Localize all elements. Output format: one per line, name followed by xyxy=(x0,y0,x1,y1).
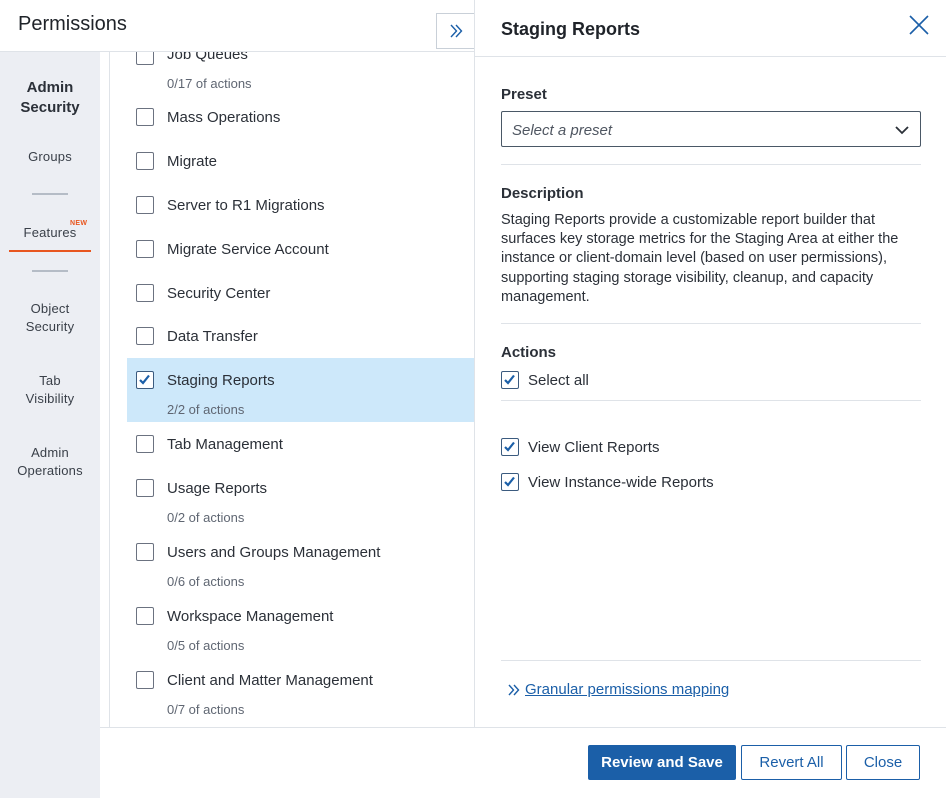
select-all-label[interactable]: Select all xyxy=(528,372,589,389)
checkbox[interactable] xyxy=(136,240,154,258)
collapse-panel-button[interactable] xyxy=(436,13,474,49)
chevron-down-icon xyxy=(895,126,909,135)
feature-row-job-queues[interactable]: Job Queues 0/17 of actions xyxy=(127,52,474,96)
feature-label: Workspace Management xyxy=(167,608,334,625)
nav-admin-security[interactable]: Admin Security xyxy=(0,78,100,118)
feature-row-staging-reports[interactable]: Staging Reports 2/2 of actions xyxy=(127,358,474,422)
divider xyxy=(501,400,921,401)
feature-action-count: 0/6 of actions xyxy=(167,574,245,589)
feature-row-users-and-groups-management[interactable]: Users and Groups Management 0/6 of actio… xyxy=(127,539,474,595)
feature-action-count: 2/2 of actions xyxy=(167,402,245,417)
description-label: Description xyxy=(501,185,584,202)
feature-action-count: 0/2 of actions xyxy=(167,510,245,525)
feature-label: Job Queues xyxy=(167,52,248,63)
close-icon xyxy=(909,15,929,35)
feature-list: Job Queues 0/17 of actions Mass Operatio… xyxy=(100,52,474,728)
close-button[interactable]: Close xyxy=(846,745,920,780)
feature-label: Migrate Service Account xyxy=(167,241,329,258)
feature-action-count: 0/17 of actions xyxy=(167,76,252,91)
feature-label: Migrate xyxy=(167,153,218,170)
list-divider xyxy=(109,52,110,728)
feature-label: Server to R1 Migrations xyxy=(167,197,325,214)
permissions-header: Permissions xyxy=(0,0,474,52)
revert-all-button[interactable]: Revert All xyxy=(741,745,842,780)
feature-label: Users and Groups Management xyxy=(167,544,381,561)
footer-divider xyxy=(100,727,946,728)
nav-separator xyxy=(32,270,68,272)
select-all-checkbox[interactable] xyxy=(501,371,519,389)
checkbox[interactable] xyxy=(136,196,154,214)
nav-item-tab-visibility[interactable]: Tab Visibility xyxy=(0,372,100,408)
new-badge: NEW xyxy=(70,220,88,227)
preset-label: Preset xyxy=(501,86,547,103)
double-chevron-right-icon xyxy=(508,684,520,695)
feature-action-count: 0/7 of actions xyxy=(167,702,245,717)
feature-row-data-transfer[interactable]: Data Transfer xyxy=(127,323,474,353)
feature-label: Mass Operations xyxy=(167,109,281,126)
checkbox[interactable] xyxy=(136,52,154,65)
action-checkbox-view-client-reports[interactable] xyxy=(501,438,519,456)
feature-label: Tab Management xyxy=(167,436,283,453)
feature-row-usage-reports[interactable]: Usage Reports 0/2 of actions xyxy=(127,475,474,531)
preset-select[interactable]: Select a preset xyxy=(501,111,921,147)
feature-label: Staging Reports xyxy=(167,372,275,389)
divider xyxy=(501,164,921,165)
checkbox-checked[interactable] xyxy=(136,371,154,389)
close-panel-button[interactable] xyxy=(907,13,931,37)
feature-label: Usage Reports xyxy=(167,480,268,497)
feature-row-migrate[interactable]: Migrate xyxy=(127,148,474,178)
description-text: Staging Reports provide a customizable r… xyxy=(501,212,899,305)
checkbox[interactable] xyxy=(136,152,154,170)
double-chevron-right-icon xyxy=(449,24,462,38)
checkbox[interactable] xyxy=(136,435,154,453)
nav-item-admin-operations[interactable]: Admin Operations xyxy=(0,444,100,480)
checkbox[interactable] xyxy=(136,671,154,689)
feature-row-mass-operations[interactable]: Mass Operations xyxy=(127,104,474,134)
checkbox[interactable] xyxy=(136,607,154,625)
feature-label: Data Transfer xyxy=(167,328,258,345)
divider xyxy=(501,323,921,324)
nav-item-object-security[interactable]: Object Security xyxy=(0,300,100,336)
action-label[interactable]: View Instance-wide Reports xyxy=(528,474,714,491)
left-nav: Admin Security Groups Features NEW Objec… xyxy=(0,52,100,798)
checkmark-icon xyxy=(504,441,515,452)
feature-action-count: 0/5 of actions xyxy=(167,638,245,653)
feature-label: Client and Matter Management xyxy=(167,672,373,689)
detail-title: Staging Reports xyxy=(501,19,641,39)
feature-row-migrate-service-account[interactable]: Migrate Service Account xyxy=(127,236,474,266)
nav-separator xyxy=(32,193,68,195)
nav-item-groups[interactable]: Groups xyxy=(0,148,100,166)
granular-permissions-link[interactable]: Granular permissions mapping xyxy=(507,681,729,698)
divider xyxy=(501,660,921,661)
checkbox[interactable] xyxy=(136,284,154,302)
actions-label: Actions xyxy=(501,344,557,361)
page-title: Permissions xyxy=(18,13,127,35)
preset-placeholder: Select a preset xyxy=(512,122,613,139)
active-nav-indicator xyxy=(9,250,91,252)
checkbox[interactable] xyxy=(136,108,154,126)
feature-row-tab-management[interactable]: Tab Management xyxy=(127,431,474,461)
checkbox[interactable] xyxy=(136,543,154,561)
feature-row-server-to-r1-migrations[interactable]: Server to R1 Migrations xyxy=(127,192,474,222)
detail-panel: Staging Reports Preset Select a preset D… xyxy=(474,0,946,728)
checkmark-icon xyxy=(504,374,515,385)
action-checkbox-view-instance-wide-reports[interactable] xyxy=(501,473,519,491)
feature-row-security-center[interactable]: Security Center xyxy=(127,280,474,310)
granular-permissions-link-text[interactable]: Granular permissions mapping xyxy=(525,681,729,698)
checkbox[interactable] xyxy=(136,327,154,345)
review-and-save-button[interactable]: Review and Save xyxy=(588,745,736,780)
checkbox[interactable] xyxy=(136,479,154,497)
feature-row-workspace-management[interactable]: Workspace Management 0/5 of actions xyxy=(127,603,474,659)
feature-label: Security Center xyxy=(167,285,271,302)
checkmark-icon xyxy=(139,374,150,385)
feature-row-client-and-matter-management[interactable]: Client and Matter Management 0/7 of acti… xyxy=(127,667,474,723)
divider xyxy=(475,56,946,57)
checkmark-icon xyxy=(504,476,515,487)
action-label[interactable]: View Client Reports xyxy=(528,439,659,456)
